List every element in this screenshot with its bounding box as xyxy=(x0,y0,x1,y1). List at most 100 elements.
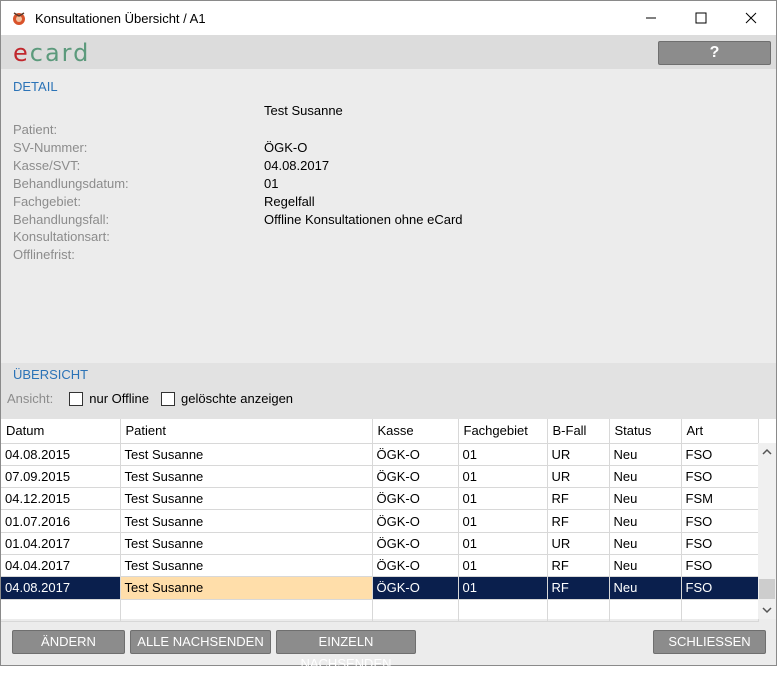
cell-status: Neu xyxy=(609,532,682,555)
cell-fachgebiet: 01 xyxy=(458,465,548,489)
header-band: ecard ? xyxy=(1,35,776,69)
detail-label: Behandlungsdatum: xyxy=(13,175,129,191)
scroll-down-button[interactable] xyxy=(758,601,776,619)
cell-bfall: RF xyxy=(547,509,610,533)
close-window-button[interactable] xyxy=(726,1,776,35)
detail-label: Behandlungsfall: xyxy=(13,211,110,227)
cell-art: FSO xyxy=(681,465,759,489)
cell-kasse: ÖGK-O xyxy=(372,554,459,578)
cell-datum: 04.08.2015 xyxy=(1,443,121,466)
cell-bfall: RF xyxy=(547,554,610,578)
window-title: Konsultationen Übersicht / A1 xyxy=(35,10,206,26)
cell-fachgebiet: 01 xyxy=(458,443,548,466)
filter-label: Ansicht: xyxy=(7,391,54,406)
detail-label: Offlinefrist: xyxy=(13,247,75,263)
cell-patient: Test Susanne xyxy=(120,576,373,600)
cell-datum: 01.04.2017 xyxy=(1,532,121,555)
maximize-icon xyxy=(695,12,707,24)
table-header-row: Datum Patient Kasse Fachgebiet B-Fall St… xyxy=(1,419,759,444)
show-deleted-label: gelöschte anzeigen xyxy=(181,391,294,406)
cell-status: Neu xyxy=(609,554,682,578)
cell-datum: 01.07.2016 xyxy=(1,509,121,533)
cell-fachgebiet: 01 xyxy=(458,509,548,533)
detail-value: Regelfall xyxy=(264,193,315,209)
only-offline-checkbox[interactable] xyxy=(69,391,84,406)
cell-kasse: ÖGK-O xyxy=(372,443,459,466)
close-icon xyxy=(745,12,757,24)
detail-section-title: DETAIL xyxy=(13,79,58,94)
cell-bfall: RF xyxy=(547,487,610,511)
detail-value: 04.08.2017 xyxy=(264,157,330,173)
table-row[interactable]: 01.07.2016 Test Susanne ÖGK-O 01 RF Neu … xyxy=(1,509,759,533)
only-offline-label: nur Offline xyxy=(89,391,149,406)
column-header-fachgebiet[interactable]: Fachgebiet xyxy=(458,419,548,444)
detail-patient-name: Test Susanne xyxy=(264,103,343,118)
detail-value: ÖGK-O xyxy=(264,140,308,155)
column-header-kasse[interactable]: Kasse xyxy=(372,419,459,444)
detail-value: 01 xyxy=(264,175,279,191)
cell-bfall: UR xyxy=(547,443,610,466)
cell-status: Neu xyxy=(609,465,682,489)
column-header-datum[interactable]: Datum xyxy=(1,419,121,444)
filter-row: Ansicht: nur Offline gelöschte anzeigen xyxy=(7,391,305,406)
cell-status: Neu xyxy=(609,509,682,533)
table-row[interactable]: 04.08.2015 Test Susanne ÖGK-O 01 UR Neu … xyxy=(1,443,759,466)
table-row-selected[interactable]: 04.08.2017 Test Susanne ÖGK-O 01 RF Neu … xyxy=(1,576,759,600)
table-row[interactable]: 04.04.2017 Test Susanne ÖGK-O 01 RF Neu … xyxy=(1,554,759,578)
show-deleted-option[interactable]: gelöschte anzeigen xyxy=(161,391,293,406)
column-header-bfall[interactable]: B-Fall xyxy=(547,419,610,444)
cell-art: FSO xyxy=(681,532,759,555)
scroll-up-button[interactable] xyxy=(758,443,776,461)
window: Konsultationen Übersicht / A1 ecard ? DE… xyxy=(0,0,777,671)
cell-kasse: ÖGK-O xyxy=(372,465,459,489)
cell-art: FSO xyxy=(681,554,759,578)
detail-panel: DETAIL Test Susanne Patient: SV-Nummer: … xyxy=(1,69,776,363)
cell-datum: 04.12.2015 xyxy=(1,487,121,511)
cell-art: FSO xyxy=(681,443,759,466)
cell-patient: Test Susanne xyxy=(120,443,373,466)
cell-bfall: RF xyxy=(547,576,610,600)
column-header-art[interactable]: Art xyxy=(681,419,759,444)
app-icon xyxy=(13,12,25,25)
help-button[interactable]: ? xyxy=(658,41,771,65)
cell-status: Neu xyxy=(609,576,682,600)
table-row[interactable]: 07.09.2015 Test Susanne ÖGK-O 01 UR Neu … xyxy=(1,465,759,489)
cell-datum: 04.04.2017 xyxy=(1,554,121,578)
send-all-button[interactable]: ALLE NACHSENDEN xyxy=(130,630,271,654)
send-single-button[interactable]: EINZELN NACHSENDEN xyxy=(276,630,416,671)
cell-status: Neu xyxy=(609,487,682,511)
cell-kasse: ÖGK-O xyxy=(372,576,459,600)
cell-status: Neu xyxy=(609,443,682,466)
detail-label: SV-Nummer: xyxy=(13,139,88,155)
minimize-button[interactable] xyxy=(626,1,676,35)
cell-fachgebiet: 01 xyxy=(458,576,548,600)
detail-label: Kasse/SVT: xyxy=(13,157,81,173)
column-header-patient[interactable]: Patient xyxy=(120,419,373,444)
cell-kasse: ÖGK-O xyxy=(372,487,459,511)
column-header-status[interactable]: Status xyxy=(609,419,682,444)
show-deleted-checkbox[interactable] xyxy=(161,391,175,406)
table-row[interactable]: 01.04.2017 Test Susanne ÖGK-O 01 UR Neu … xyxy=(1,532,759,555)
cell-art: FSM xyxy=(681,487,759,511)
change-button[interactable]: ÄNDERN xyxy=(12,630,125,654)
detail-label: Konsultationsart: xyxy=(13,229,110,245)
overview-panel: ÜBERSICHT Ansicht: nur Offline gelöschte… xyxy=(1,363,776,419)
cell-patient: Test Susanne xyxy=(120,487,373,511)
table-row[interactable]: 04.12.2015 Test Susanne ÖGK-O 01 RF Neu … xyxy=(1,487,759,511)
detail-labels: Patient: SV-Nummer: Kasse/SVT: Behandlun… xyxy=(13,121,129,264)
maximize-button[interactable] xyxy=(676,1,726,35)
scroll-thumb[interactable] xyxy=(759,579,775,599)
only-offline-option[interactable]: nur Offline xyxy=(69,391,149,406)
minimize-icon xyxy=(646,17,656,19)
detail-values: ÖGK-O 04.08.2017 01 Regelfall Offline Ko… xyxy=(264,139,463,229)
detail-label: Patient: xyxy=(13,122,58,137)
cell-datum: 07.09.2015 xyxy=(1,465,121,489)
chevron-down-icon xyxy=(762,607,772,614)
cell-patient: Test Susanne xyxy=(120,554,373,578)
cell-kasse: ÖGK-O xyxy=(372,532,459,555)
close-button[interactable]: SCHLIESSEN xyxy=(653,630,766,654)
cell-kasse: ÖGK-O xyxy=(372,509,459,533)
cell-patient: Test Susanne xyxy=(120,532,373,555)
table-scrollbar[interactable] xyxy=(758,443,776,619)
cell-datum: 04.08.2017 xyxy=(1,576,121,600)
